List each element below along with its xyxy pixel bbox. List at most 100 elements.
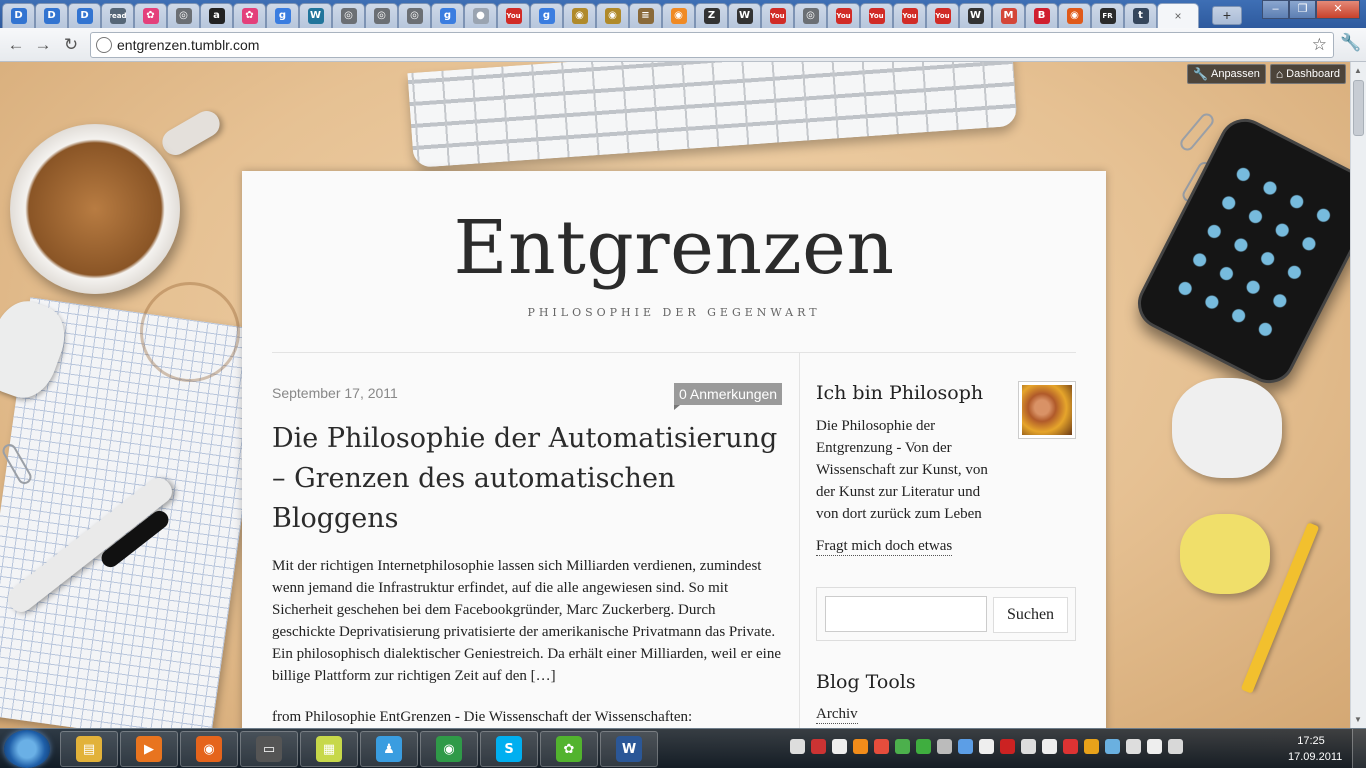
browser-tab[interactable]: W <box>728 3 761 28</box>
browser-tab[interactable]: ◉ <box>563 3 596 28</box>
taskbar-app[interactable]: S <box>480 731 538 767</box>
tray-icon[interactable] <box>832 739 847 754</box>
search-input[interactable] <box>825 596 987 632</box>
browser-tab[interactable]: W <box>299 3 332 28</box>
browser-tab[interactable]: ◎ <box>332 3 365 28</box>
browser-tab[interactable]: ◎ <box>794 3 827 28</box>
notes-count-badge[interactable]: 0 Anmerkungen <box>674 383 783 410</box>
browser-tab[interactable]: D <box>68 3 101 28</box>
archive-link[interactable]: Archiv <box>816 706 858 724</box>
blog-title[interactable]: Entgrenzen <box>242 205 1106 291</box>
browser-tab[interactable]: ● <box>464 3 497 28</box>
tray-icon[interactable] <box>1042 739 1057 754</box>
wrench-icon[interactable]: 🔧 <box>1340 33 1361 53</box>
maximize-button[interactable]: ❐ <box>1289 0 1316 19</box>
browser-tab[interactable]: read <box>101 3 134 28</box>
search-button[interactable]: Suchen <box>993 597 1068 633</box>
browser-tab[interactable]: FR <box>1091 3 1124 28</box>
browser-tab[interactable]: B <box>1025 3 1058 28</box>
new-tab-button[interactable]: + <box>1212 6 1242 25</box>
scroll-up-icon[interactable]: ▲ <box>1354 66 1362 75</box>
tray-icon[interactable] <box>916 739 931 754</box>
bookmark-star-icon[interactable]: ☆ <box>1312 35 1327 55</box>
tray-icon[interactable] <box>790 739 805 754</box>
browser-tab[interactable]: g <box>530 3 563 28</box>
browser-toolbar: ← → ↻ entgrenzen.tumblr.com ☆ 🔧 <box>0 28 1366 62</box>
taskbar-app[interactable]: ▦ <box>300 731 358 767</box>
browser-tab[interactable]: D <box>2 3 35 28</box>
browser-tab[interactable]: t <box>1124 3 1157 28</box>
tray-icon[interactable] <box>958 739 973 754</box>
tray-icon[interactable] <box>811 739 826 754</box>
browser-tab[interactable]: ◉ <box>1058 3 1091 28</box>
active-browser-tab[interactable]: × <box>1157 3 1199 28</box>
tray-icon[interactable] <box>895 739 910 754</box>
browser-tab[interactable]: ≡ <box>629 3 662 28</box>
browser-tab[interactable]: You <box>893 3 926 28</box>
show-desktop-button[interactable] <box>1352 729 1366 768</box>
taskbar-app[interactable]: ▶ <box>120 731 178 767</box>
taskbar-app[interactable]: ✿ <box>540 731 598 767</box>
tray-icon[interactable] <box>1000 739 1015 754</box>
close-window-button[interactable]: ✕ <box>1316 0 1360 19</box>
page-scrollbar[interactable]: ▲ ▼ <box>1350 62 1366 728</box>
tray-icon[interactable] <box>1021 739 1036 754</box>
scroll-down-icon[interactable]: ▼ <box>1354 715 1362 724</box>
scrollbar-thumb[interactable] <box>1353 80 1364 136</box>
taskbar-app[interactable]: ▤ <box>60 731 118 767</box>
taskbar-app[interactable]: W <box>600 731 658 767</box>
start-button[interactable] <box>4 730 50 768</box>
fr-icon: FR <box>1099 8 1116 24</box>
browser-tab[interactable]: g <box>431 3 464 28</box>
taskbar-app[interactable]: ◉ <box>420 731 478 767</box>
taskbar-app[interactable]: ◉ <box>180 731 238 767</box>
browser-tab[interactable]: M <box>992 3 1025 28</box>
tray-icon[interactable] <box>1063 739 1078 754</box>
browser-tab[interactable]: ✿ <box>233 3 266 28</box>
browser-tab[interactable]: ◉ <box>662 3 695 28</box>
tray-icon[interactable] <box>1126 739 1141 754</box>
tray-icon[interactable] <box>1168 739 1183 754</box>
browser-tab[interactable]: ✿ <box>134 3 167 28</box>
browser-tab[interactable]: You <box>860 3 893 28</box>
browser-tab[interactable]: a <box>200 3 233 28</box>
ask-link[interactable]: Fragt mich doch etwas <box>816 538 953 556</box>
youtube-icon: You <box>934 8 951 24</box>
url-text: entgrenzen.tumblr.com <box>117 37 260 53</box>
tray-icon[interactable] <box>1147 739 1162 754</box>
browser-tab[interactable]: ◎ <box>365 3 398 28</box>
post-date[interactable]: September 17, 2011 <box>272 385 398 401</box>
browser-tab[interactable]: W <box>959 3 992 28</box>
tray-icon[interactable] <box>1105 739 1120 754</box>
browser-tab[interactable]: You <box>497 3 530 28</box>
tray-icon[interactable] <box>1084 739 1099 754</box>
tray-icon[interactable] <box>979 739 994 754</box>
tray-icon[interactable] <box>874 739 889 754</box>
clock[interactable]: 17:25 17.09.2011 <box>1288 733 1342 765</box>
tray-icon[interactable] <box>853 739 868 754</box>
browser-tab[interactable]: Z <box>695 3 728 28</box>
browser-tab[interactable]: g <box>266 3 299 28</box>
browser-tab[interactable]: ◎ <box>398 3 431 28</box>
browser-tab[interactable]: You <box>926 3 959 28</box>
minimize-button[interactable]: – <box>1262 0 1289 19</box>
browser-tab[interactable]: ◉ <box>596 3 629 28</box>
youtube-icon: You <box>901 8 918 24</box>
tray-icon[interactable] <box>937 739 952 754</box>
browser-tab[interactable]: D <box>35 3 68 28</box>
browser-tab[interactable]: You <box>827 3 860 28</box>
browser-tab[interactable]: You <box>761 3 794 28</box>
taskbar-apps: ▤ ▶ ◉ ▭ ▦ ♟ ◉ S ✿ W <box>60 731 658 767</box>
dashboard-button[interactable]: ⌂ Dashboard <box>1269 64 1346 84</box>
google-icon: g <box>274 8 291 24</box>
taskbar-app[interactable]: ♟ <box>360 731 418 767</box>
reload-button[interactable]: ↻ <box>59 33 83 57</box>
forward-button[interactable]: → <box>31 33 55 57</box>
customize-button[interactable]: 🔧 Anpassen <box>1187 64 1266 84</box>
close-icon[interactable]: × <box>1174 9 1181 23</box>
address-bar[interactable]: entgrenzen.tumblr.com ☆ <box>90 32 1334 58</box>
taskbar-app[interactable]: ▭ <box>240 731 298 767</box>
browser-tab[interactable]: ◎ <box>167 3 200 28</box>
back-button[interactable]: ← <box>4 33 28 57</box>
post-title[interactable]: Die Philosophie der Automatisierung – Gr… <box>272 419 782 539</box>
